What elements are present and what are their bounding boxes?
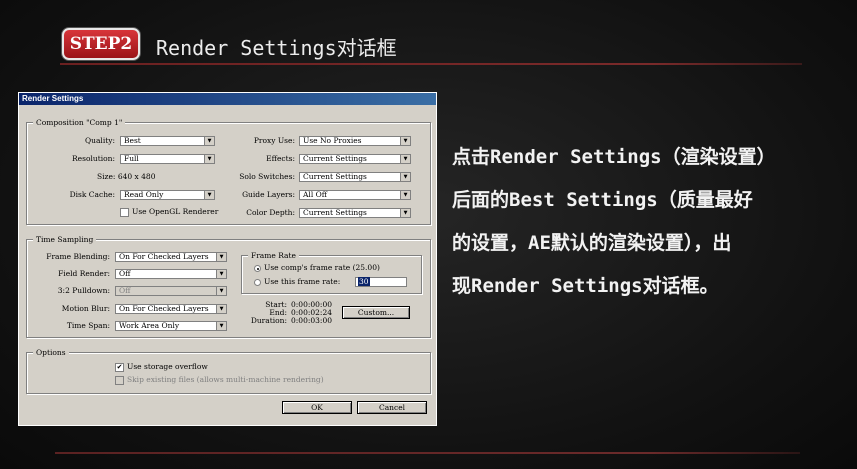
resolution-value: Full (124, 154, 139, 163)
disk-cache-select[interactable]: Read Only ▼ (120, 190, 215, 200)
comp-frame-rate-label: Use comp's frame rate (25.00) (264, 263, 380, 272)
duration-value: 0:00:03:00 (291, 316, 332, 325)
description-line-4: 现Render Settings对话框。 (452, 275, 719, 297)
color-depth-value: Current Settings (303, 208, 367, 217)
header-divider (60, 63, 802, 65)
chevron-down-icon: ▼ (216, 270, 226, 278)
resolution-label: Resolution: (72, 154, 115, 163)
guide-layers-select[interactable]: All Off ▼ (299, 190, 411, 200)
cancel-button[interactable]: Cancel (357, 401, 427, 414)
frame-blending-label: Frame Blending: (46, 252, 110, 261)
chevron-down-icon: ▼ (400, 155, 410, 163)
time-span-select[interactable]: Work Area Only ▼ (115, 321, 227, 331)
field-render-select[interactable]: Off ▼ (115, 269, 227, 279)
ok-button[interactable]: OK (282, 401, 352, 414)
frame-blending-value: On For Checked Layers (119, 252, 209, 261)
resolution-select[interactable]: Full ▼ (120, 154, 215, 164)
chevron-down-icon: ▼ (216, 253, 226, 261)
step-badge: STEP2 (62, 28, 140, 60)
chevron-down-icon: ▼ (216, 305, 226, 313)
color-depth-select[interactable]: Current Settings ▼ (299, 208, 411, 218)
motion-blur-value: On For Checked Layers (119, 304, 209, 313)
page-title: Render Settings对话框 (156, 36, 397, 60)
frame-rate-legend: Frame Rate (248, 251, 299, 260)
chevron-down-icon: ▼ (216, 322, 226, 330)
options-legend: Options (33, 348, 69, 357)
proxy-use-select[interactable]: Use No Proxies ▼ (299, 136, 411, 146)
quality-value: Best (124, 136, 141, 145)
quality-select[interactable]: Best ▼ (120, 136, 215, 146)
frame-blending-select[interactable]: On For Checked Layers ▼ (115, 252, 227, 262)
guide-layers-label: Guide Layers: (242, 190, 295, 199)
dialog-titlebar[interactable]: Render Settings (19, 93, 436, 105)
chevron-down-icon: ▼ (400, 209, 410, 217)
pulldown-label: 3:2 Pulldown: (57, 286, 110, 295)
duration-label: Duration: (250, 316, 287, 325)
comp-frame-rate-radio[interactable] (254, 265, 261, 272)
solo-switches-label: Solo Switches: (239, 172, 295, 181)
options-group: Options ✔ Use storage overflow Skip exis… (26, 348, 431, 394)
chevron-down-icon: ▼ (400, 137, 410, 145)
opengl-label: Use OpenGL Renderer (132, 207, 219, 216)
description-line-1: 点击Render Settings（渲染设置） (452, 146, 776, 168)
skip-existing-checkbox (115, 376, 124, 385)
description-line-2: 后面的Best Settings（质量最好 (452, 189, 753, 211)
guide-layers-value: All Off (303, 190, 328, 199)
opengl-checkbox[interactable] (120, 208, 129, 217)
motion-blur-label: Motion Blur: (61, 304, 110, 313)
frame-rate-group: Frame Rate Use comp's frame rate (25.00)… (241, 251, 422, 294)
storage-overflow-checkbox[interactable]: ✔ (115, 363, 124, 372)
motion-blur-select[interactable]: On For Checked Layers ▼ (115, 304, 227, 314)
chevron-down-icon: ▼ (400, 191, 410, 199)
time-sampling-group: Time Sampling Frame Blending: On For Che… (26, 235, 431, 338)
description-line-3: 的设置，AE默认的渲染设置），出 (452, 232, 732, 254)
chevron-down-icon: ▼ (400, 173, 410, 181)
frame-rate-input[interactable]: 30 (355, 277, 407, 287)
disk-cache-value: Read Only (124, 190, 164, 199)
time-span-label: Time Span: (66, 321, 110, 330)
solo-switches-select[interactable]: Current Settings ▼ (299, 172, 411, 182)
custom-frame-rate-radio[interactable] (254, 279, 261, 286)
effects-label: Effects: (266, 154, 295, 163)
footer-divider (55, 452, 800, 454)
skip-existing-label: Skip existing files (allows multi-machin… (127, 375, 324, 384)
proxy-use-label: Proxy Use: (253, 136, 295, 145)
pulldown-value: Off (119, 286, 131, 295)
time-span-value: Work Area Only (119, 321, 180, 330)
composition-legend: Composition "Comp 1" (33, 118, 126, 127)
custom-frame-rate-label: Use this frame rate: (264, 277, 341, 286)
effects-select[interactable]: Current Settings ▼ (299, 154, 411, 164)
chevron-down-icon: ▼ (216, 287, 226, 295)
color-depth-label: Color Depth: (246, 208, 295, 217)
composition-group: Composition "Comp 1" Quality: Best ▼ Reso… (26, 118, 431, 225)
storage-overflow-label: Use storage overflow (127, 362, 208, 371)
field-render-value: Off (119, 269, 131, 278)
quality-label: Quality: (84, 136, 115, 145)
field-render-label: Field Render: (58, 269, 110, 278)
custom-time-button[interactable]: Custom... (342, 306, 410, 319)
solo-switches-value: Current Settings (303, 172, 367, 181)
description-text: 点击Render Settings（渲染设置） 后面的Best Settings… (452, 136, 842, 308)
disk-cache-label: Disk Cache: (69, 190, 115, 199)
render-settings-dialog: Render Settings Composition "Comp 1" Qua… (18, 92, 437, 426)
size-text: Size: 640 x 480 (97, 172, 156, 181)
proxy-use-value: Use No Proxies (303, 136, 362, 145)
pulldown-select: Off ▼ (115, 286, 227, 296)
effects-value: Current Settings (303, 154, 367, 163)
frame-rate-value: 30 (358, 277, 370, 286)
time-sampling-legend: Time Sampling (33, 235, 97, 244)
